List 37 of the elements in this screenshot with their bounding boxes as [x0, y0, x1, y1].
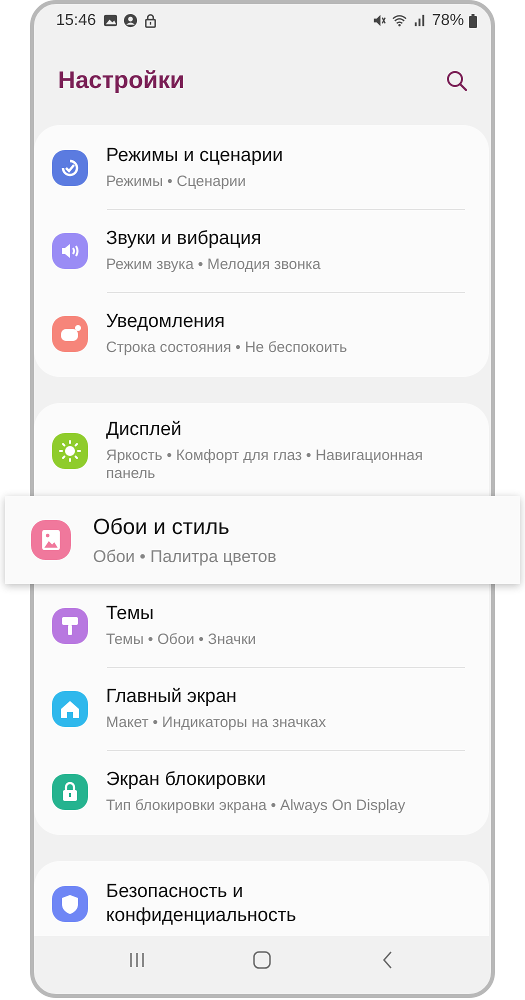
battery-icon [469, 14, 477, 28]
lock-icon [143, 13, 158, 28]
settings-item[interactable]: Темы Темы • Обои • Значки [34, 585, 489, 668]
item-title: Режимы и сценарии [106, 144, 283, 168]
item-subtitle: Режим звука • Мелодия звонка [106, 256, 321, 275]
item-subtitle: Режимы • Сценарии [106, 172, 247, 192]
status-time: 15:46 [56, 12, 96, 30]
settings-item[interactable]: Режимы и сценарии Режимы • Сценарии [34, 126, 489, 209]
item-title: Экран блокировки [106, 768, 267, 792]
settings-item[interactable]: Уведомления Строка состояния • Не беспокоить [34, 292, 489, 375]
item-subtitle: Строка состояния • Не беспокоить [106, 338, 348, 358]
settings-item[interactable]: Звуки и вибрация Режим звука • Мелодия звонка [34, 210, 489, 292]
item-title: Дисплей [106, 418, 183, 442]
item-title: Главный экран [106, 685, 238, 710]
item-title: Уведомления [106, 310, 226, 334]
settings-item[interactable]: Дисплей Яркость • Комфорт для глаз • Навигационная панель [34, 404, 489, 498]
home-icon[interactable] [252, 950, 272, 970]
item-title: Звуки и вибрация [106, 227, 262, 251]
item-subtitle: Макет • Индикаторы на значках [106, 714, 326, 733]
search-icon[interactable] [445, 69, 469, 94]
item-subtitle: Яркость • Комфорт для глаз • Навигационная панель [106, 446, 424, 484]
mute-icon [372, 13, 387, 28]
gallery-icon [103, 13, 118, 28]
item-title: Темы [106, 602, 155, 626]
item-title: Обои и стиль [93, 513, 230, 541]
item-title: Безопасность и конфиденциальность [106, 880, 298, 928]
battery-percent: 78% [432, 12, 464, 30]
settings-item[interactable]: Безопасность и конфиденциальность [34, 863, 489, 936]
settings-item[interactable]: Обои и стиль Обои • Палитра цветов [5, 496, 520, 584]
page-title: Настройки [58, 67, 185, 96]
item-subtitle: Темы • Обои • Значки [106, 631, 256, 650]
settings-item[interactable]: Главный экран Макет • Индикаторы на значках [34, 668, 489, 750]
person-icon [123, 13, 138, 28]
settings-item[interactable]: Экран блокировки Тип блокировки экрана • Always On Display [34, 751, 489, 834]
item-subtitle: Обои • Палитра цветов [93, 546, 276, 567]
wifi-icon [392, 13, 407, 28]
item-subtitle: Тип блокировки экрана • Always On Display [106, 797, 406, 816]
